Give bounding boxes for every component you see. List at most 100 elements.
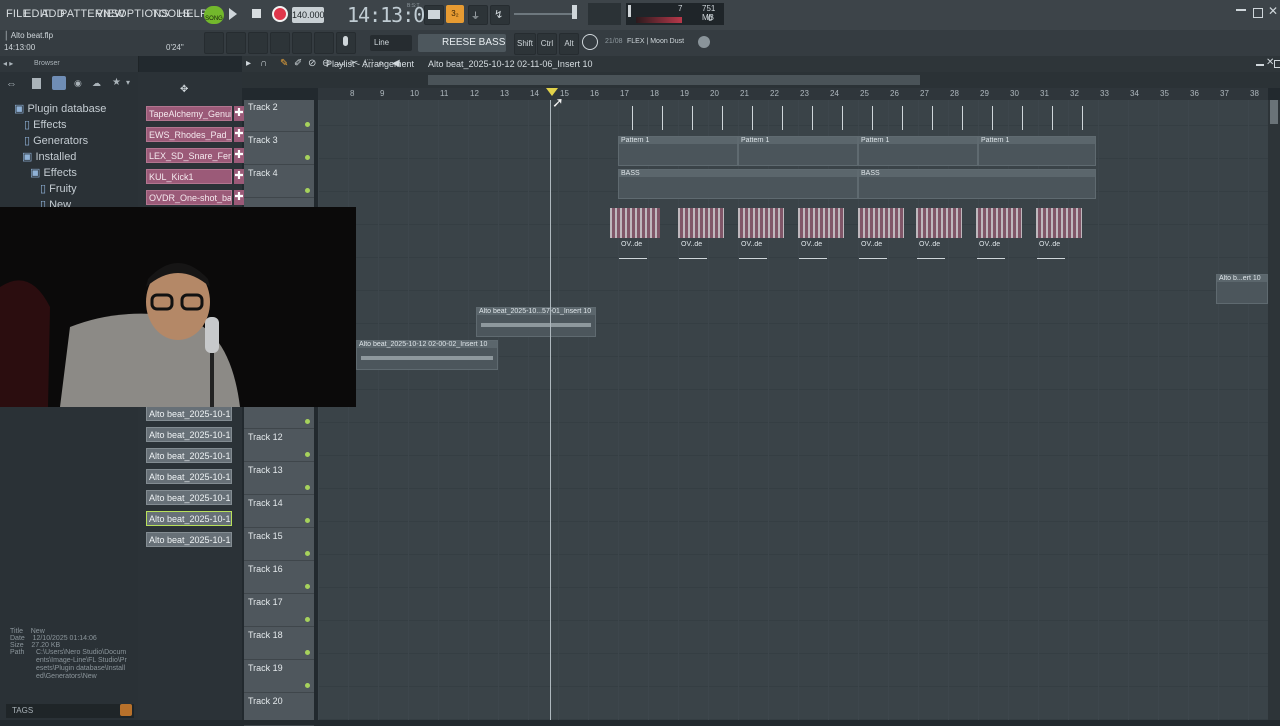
- audio-filter-icon[interactable]: ◉: [74, 78, 82, 89]
- play-icon[interactable]: [229, 8, 237, 20]
- track-header[interactable]: Track 20: [244, 694, 314, 726]
- bass-clip[interactable]: BASS: [618, 169, 858, 199]
- pattern-clip[interactable]: Pattern 1: [978, 136, 1096, 166]
- channel-add-icon[interactable]: ✚: [234, 148, 244, 163]
- ov-clip[interactable]: OV..de: [1036, 240, 1066, 270]
- audio-clip-item-selected[interactable]: Alto beat_2025-10-12 02..: [146, 511, 232, 526]
- maximize-icon[interactable]: [1253, 8, 1263, 18]
- cloud-icon[interactable]: ☁: [92, 78, 101, 89]
- metronome-button[interactable]: [424, 5, 444, 25]
- track-header[interactable]: Track 4: [244, 166, 314, 198]
- playlist-overview-bar[interactable]: [242, 72, 1280, 88]
- ctrl-button[interactable]: Ctrl: [537, 33, 557, 55]
- online-news-icon[interactable]: [582, 34, 598, 50]
- ov-clip[interactable]: OV..de: [976, 240, 1006, 270]
- drum-pattern-block[interactable]: [916, 208, 962, 238]
- scrollbar-thumb[interactable]: [1270, 100, 1278, 124]
- channel-clip[interactable]: LEX_SD_Snare_Ferm..: [146, 148, 232, 163]
- tempo-display[interactable]: 140.000: [292, 7, 325, 23]
- track-enable-dot[interactable]: [305, 155, 310, 160]
- track-enable-dot[interactable]: [305, 122, 310, 127]
- song-mode-toggle[interactable]: SONG: [204, 6, 224, 24]
- pattern-clip[interactable]: Pattern 1: [618, 136, 738, 166]
- search-icon[interactable]: [120, 704, 132, 716]
- channel-add-icon[interactable]: ✚: [234, 106, 244, 121]
- piano-roll-view-button[interactable]: [226, 32, 246, 54]
- track-header[interactable]: Track 2: [244, 100, 314, 132]
- drum-pattern-block[interactable]: [798, 208, 844, 238]
- channel-add-icon[interactable]: ✚: [234, 190, 244, 205]
- draw-tool-icon[interactable]: ✎: [280, 58, 288, 69]
- paint-tool-icon[interactable]: ✐: [294, 58, 302, 69]
- bass-clip[interactable]: BASS: [858, 169, 1096, 199]
- track-header[interactable]: Track 18: [244, 628, 314, 660]
- delete-tool-icon[interactable]: ⊘: [308, 58, 316, 69]
- drum-pattern-block[interactable]: [678, 208, 724, 238]
- song-position-display[interactable]: 14:13:00: [347, 3, 436, 27]
- audio-clip-item[interactable]: Alto beat_2025-10-12 02..: [146, 532, 232, 547]
- track-header[interactable]: Track 19: [244, 661, 314, 693]
- track-header[interactable]: Track 16: [244, 562, 314, 594]
- master-pitch-handle[interactable]: [572, 5, 577, 19]
- track-enable-dot[interactable]: [305, 485, 310, 490]
- pattern-clip[interactable]: Pattern 1: [738, 136, 858, 166]
- loop-record-button[interactable]: ↯: [490, 5, 510, 25]
- ov-clip[interactable]: OV..de: [678, 240, 708, 270]
- track-header[interactable]: Track 14: [244, 496, 314, 528]
- track-header[interactable]: Track 17: [244, 595, 314, 627]
- browser-view-button[interactable]: [292, 32, 312, 54]
- browser-collapse-icon[interactable]: ⇔: [6, 78, 17, 90]
- playlist-scrollbar[interactable]: [1268, 100, 1280, 720]
- browser-item-generators[interactable]: ▯ Generators: [0, 134, 88, 147]
- track-header[interactable]: Track 12: [244, 430, 314, 462]
- shift-button[interactable]: Shift: [514, 33, 536, 55]
- audio-clip-item[interactable]: Alto beat_2025-10-12 02..: [146, 469, 232, 484]
- drum-pattern-block[interactable]: [738, 208, 784, 238]
- track-header[interactable]: Track 15: [244, 529, 314, 561]
- browser-item-installed[interactable]: ▣ Installed: [0, 150, 76, 163]
- channel-add-icon[interactable]: ✚: [234, 127, 244, 142]
- close-icon[interactable]: ✕: [1268, 4, 1278, 18]
- snap-select[interactable]: Line: [370, 35, 412, 51]
- magnet-icon[interactable]: ∩: [260, 58, 267, 69]
- track-header[interactable]: Track 13: [244, 463, 314, 495]
- mixer-view-button[interactable]: [270, 32, 290, 54]
- browser-item-effects[interactable]: ▯ Effects: [0, 118, 67, 131]
- tags-bar[interactable]: TAGS: [6, 704, 134, 718]
- pattern-clip[interactable]: Pattern 1: [858, 136, 978, 166]
- track-enable-dot[interactable]: [305, 419, 310, 424]
- countdown-button[interactable]: 3₂: [446, 5, 464, 23]
- browser-item-fruity[interactable]: ▯ Fruity: [0, 182, 77, 195]
- pattern-selector[interactable]: REESE BASS: [418, 34, 506, 52]
- alt-button[interactable]: Alt: [559, 33, 579, 55]
- track-enable-dot[interactable]: [305, 683, 310, 688]
- ov-clip[interactable]: OV..de: [916, 240, 946, 270]
- master-pitch-slider[interactable]: [514, 13, 574, 15]
- audio-clip[interactable]: Alto beat_2025-10...57-01_Insert 10: [476, 307, 596, 337]
- playlist-close-x[interactable]: ✕: [1266, 57, 1274, 68]
- ov-clip[interactable]: OV..de: [798, 240, 828, 270]
- stop-icon[interactable]: [252, 9, 261, 18]
- channel-clip[interactable]: EWS_Rhodes_Pad_Ke..: [146, 127, 232, 142]
- file-icon[interactable]: [32, 78, 41, 89]
- playhead-line[interactable]: [550, 100, 551, 720]
- track-enable-dot[interactable]: [305, 617, 310, 622]
- picker-arrows-icon[interactable]: ✥: [180, 84, 188, 95]
- ov-clip[interactable]: OV..de: [858, 240, 888, 270]
- browser-item-plugin-database[interactable]: ▣ Plugin database: [0, 102, 106, 115]
- audio-clip-item[interactable]: Alto beat_2025-10-12 02..: [146, 427, 232, 442]
- audio-clip-item[interactable]: Alto beat_2025-10-12 02..: [146, 406, 232, 421]
- playlist-view-button[interactable]: [204, 32, 224, 54]
- channel-rack-view-button[interactable]: [248, 32, 268, 54]
- channel-clip[interactable]: KUL_Kick1: [146, 169, 232, 184]
- playlist-overview-scroll[interactable]: [428, 75, 920, 85]
- track-enable-dot[interactable]: [305, 551, 310, 556]
- channel-add-icon[interactable]: ✚: [234, 169, 244, 184]
- audio-clip[interactable]: Alto beat_2025-10-12 02-00-02_Insert 10: [356, 340, 498, 370]
- browser-menu-icon[interactable]: ◂ ▸: [3, 59, 13, 68]
- audio-clip[interactable]: Alto b...ert 10: [1216, 274, 1268, 304]
- ov-clip[interactable]: OV..de: [618, 240, 648, 270]
- playlist-maximize-icon[interactable]: [1274, 60, 1280, 68]
- globe-icon[interactable]: [698, 36, 710, 48]
- track-enable-dot[interactable]: [305, 650, 310, 655]
